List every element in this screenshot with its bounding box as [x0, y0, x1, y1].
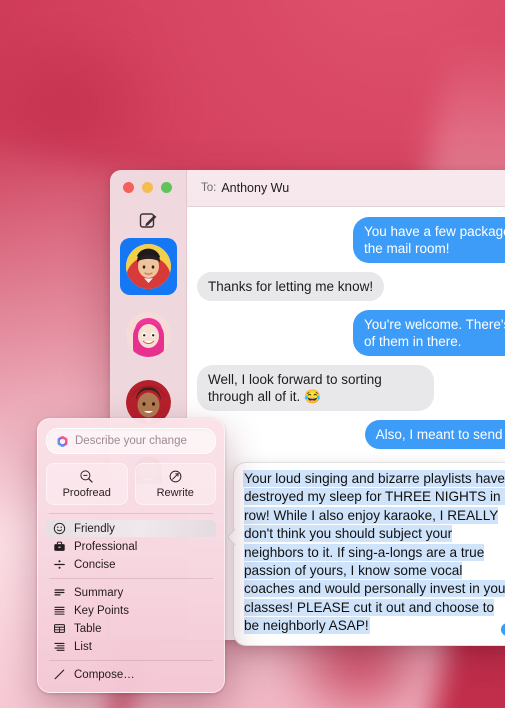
briefcase-icon [53, 540, 66, 553]
rewrite-button[interactable]: Rewrite [134, 463, 216, 505]
apple-intelligence-icon [56, 435, 69, 448]
message-row: You have a few packages sitting in the m… [187, 217, 505, 263]
menu-item-label: Friendly [74, 522, 115, 535]
divider [49, 513, 213, 514]
message-bubble-outgoing[interactable]: You have a few packages sitting in the m… [353, 217, 505, 263]
compose-icon [139, 213, 157, 228]
message-bubble-incoming[interactable]: Well, I look forward to sorting through … [197, 365, 434, 411]
magnifier-minus-icon [79, 469, 94, 484]
menu-item-summary[interactable]: Summary [46, 584, 216, 601]
message-row: Thanks for letting me know! [187, 272, 505, 301]
close-button[interactable] [123, 182, 134, 193]
writing-tools-popover: Describe your change Proofread Rewrite F… [37, 418, 225, 693]
selected-text: Your loud singing and bizarre playlists … [244, 471, 505, 634]
message-compose-field[interactable]: Your loud singing and bizarre playlists … [233, 462, 505, 646]
sidebar-item-conversation-1[interactable] [119, 238, 177, 295]
key-points-icon [53, 604, 66, 617]
sidebar-item-conversation-2[interactable] [120, 306, 177, 363]
avatar [125, 244, 171, 289]
menu-item-label: Professional [74, 540, 138, 553]
message-bubble-outgoing[interactable]: You're welcome. There's a big pile of th… [353, 310, 505, 356]
menu-item-list[interactable]: List [46, 638, 216, 655]
list-icon [53, 640, 66, 653]
compose-message-button[interactable] [138, 210, 158, 230]
menu-item-friendly[interactable]: Friendly [46, 520, 216, 537]
menu-item-label: Key Points [74, 604, 129, 617]
table-grid-icon [53, 622, 66, 635]
proofread-button[interactable]: Proofread [46, 463, 128, 505]
compose-field-text: Your loud singing and bizarre playlists … [244, 470, 505, 636]
menu-item-label: Compose… [74, 668, 135, 681]
avatar-photo-person-cap [125, 244, 171, 289]
send-button[interactable] [501, 622, 505, 636]
proofread-label: Proofread [62, 487, 111, 499]
pencil-icon [53, 668, 66, 681]
menu-item-compose[interactable]: Compose… [46, 666, 216, 683]
avatar [125, 312, 171, 357]
menu-item-label: Summary [74, 586, 124, 599]
window-traffic-lights [123, 182, 172, 193]
summary-lines-icon [53, 586, 66, 599]
screen: To: Anthony Wu You have a few packages s… [0, 0, 505, 708]
divide-icon [53, 558, 66, 571]
menu-item-label: Concise [74, 558, 116, 571]
writing-tools-action-buttons: Proofread Rewrite [46, 463, 216, 505]
avatar-memoji-pink-hair [125, 312, 171, 357]
message-row: Well, I look forward to sorting through … [187, 365, 505, 411]
menu-item-table[interactable]: Table [46, 620, 216, 637]
smiley-icon [53, 522, 66, 535]
message-bubble-incoming[interactable]: Thanks for letting me know! [197, 272, 385, 301]
menu-item-professional[interactable]: Professional [46, 538, 216, 555]
describe-change-placeholder: Describe your change [75, 435, 187, 447]
recipient-name: Anthony Wu [221, 181, 290, 195]
message-row: You're welcome. There's a big pile of th… [187, 310, 505, 356]
menu-item-label: List [74, 640, 92, 653]
menu-item-key-points[interactable]: Key Points [46, 602, 216, 619]
rewrite-circle-icon [168, 469, 183, 484]
rewrite-label: Rewrite [156, 487, 194, 499]
menu-item-label: Table [74, 622, 102, 635]
zoom-button[interactable] [161, 182, 172, 193]
message-bubble-outgoing[interactable]: Also, I meant to send this earlier... [364, 420, 505, 449]
menu-item-concise[interactable]: Concise [46, 556, 216, 573]
divider [49, 660, 213, 661]
conversation-header: To: Anthony Wu [187, 170, 505, 207]
to-label: To: [201, 182, 217, 194]
message-row: Also, I meant to send this earlier... [187, 420, 505, 449]
divider [49, 578, 213, 579]
describe-change-input[interactable]: Describe your change [46, 428, 216, 454]
minimize-button[interactable] [142, 182, 153, 193]
